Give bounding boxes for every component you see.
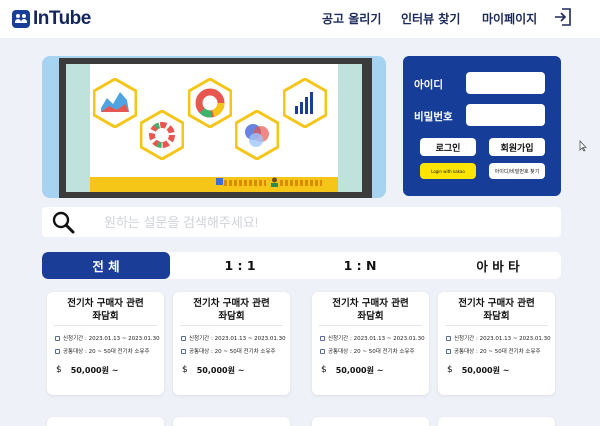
target-icon — [181, 348, 186, 354]
target-icon — [55, 348, 60, 354]
id-label: 아이디 — [414, 79, 443, 91]
survey-card-partial[interactable] — [438, 417, 555, 426]
survey-card[interactable]: 전기차 구매자 관련 좌담회 신청기간 : 2023.01.13 ~ 2023.0… — [173, 292, 290, 395]
survey-card[interactable]: 전기차 구매자 관련 좌담회 신청기간 : 2023.01.13 ~ 2023.0… — [312, 292, 429, 395]
top-navigation-bar: InTube 공고 올리기 인터뷰 찾기 마이페이지 — [0, 0, 600, 38]
card-target: 공통대상 : 20 ~ 50대 전기차 소유주 — [189, 349, 276, 355]
currency-icon: $ — [447, 365, 453, 375]
area-chart-hex-icon — [93, 78, 137, 128]
avatar-icon — [216, 178, 223, 185]
tab-all[interactable]: 전 체 — [42, 252, 170, 279]
category-tabs: 전 체 1 : 1 1 : N 아 바 타 — [42, 252, 561, 279]
survey-card-partial[interactable] — [47, 417, 164, 426]
card-period: 신청기간 : 2023.01.13 ~ 2023.01.30 — [189, 336, 286, 342]
card-title: 전기차 구매자 관련 좌담회 — [67, 298, 144, 322]
calendar-icon — [446, 335, 451, 341]
card-target: 공통대상 : 20 ~ 50대 전기차 소유주 — [63, 349, 150, 355]
hero-banner[interactable] — [42, 56, 386, 198]
target-icon — [446, 348, 451, 354]
people-icon — [12, 10, 30, 28]
tab-one-to-n[interactable]: 1 : N — [312, 252, 408, 279]
search-input[interactable] — [104, 211, 544, 233]
card-title: 전기차 구매자 관련 좌담회 — [332, 298, 409, 322]
card-price: 50,000원 ~ — [461, 366, 510, 375]
bar-chart-hex-icon — [283, 78, 327, 128]
survey-card-partial[interactable] — [312, 417, 429, 426]
card-period: 신청기간 : 2023.01.13 ~ 2023.01.30 — [454, 336, 551, 342]
card-price: 50,000원 ~ — [196, 366, 245, 375]
target-icon — [320, 348, 325, 354]
card-price: 50,000원 ~ — [335, 366, 384, 375]
nav-mypage[interactable]: 마이페이지 — [482, 10, 537, 27]
login-panel: 아이디 비밀번호 로그인 회원가입 Login with kakao 아이디/비… — [403, 56, 561, 196]
venn-diagram-hex-icon — [235, 110, 279, 160]
logout-icon[interactable] — [553, 7, 573, 27]
calendar-icon — [320, 335, 325, 341]
card-price: 50,000원 ~ — [70, 366, 119, 375]
logo[interactable]: InTube — [12, 8, 91, 30]
mouse-cursor-icon — [579, 140, 587, 152]
kakao-login-label: Login with kakao — [431, 168, 465, 174]
nav-post-ad[interactable]: 공고 올리기 — [322, 10, 381, 27]
login-button[interactable]: 로그인 — [420, 138, 476, 156]
calendar-icon — [55, 335, 60, 341]
currency-icon: $ — [56, 365, 62, 375]
pie-chart-hex-icon — [188, 78, 232, 128]
search-bar[interactable] — [42, 207, 561, 237]
logo-text: InTube — [33, 8, 91, 29]
person-icon — [271, 177, 278, 187]
password-label: 비밀번호 — [414, 111, 453, 123]
tab-avatar[interactable]: 아 바 타 — [438, 252, 558, 279]
card-title: 전기차 구매자 관련 좌담회 — [193, 298, 270, 322]
survey-card[interactable]: 전기차 구매자 관련 좌담회 신청기간 : 2023.01.13 ~ 2023.0… — [47, 292, 164, 395]
card-period: 신청기간 : 2023.01.13 ~ 2023.01.30 — [328, 336, 425, 342]
card-title: 전기차 구매자 관련 좌담회 — [458, 298, 535, 322]
currency-icon: $ — [182, 365, 188, 375]
search-icon[interactable] — [51, 210, 76, 235]
find-account-button[interactable]: 아이디/비밀번호 찾기 — [489, 163, 545, 179]
survey-card[interactable]: 전기차 구매자 관련 좌담회 신청기간 : 2023.01.13 ~ 2023.0… — [438, 292, 555, 395]
password-input[interactable] — [466, 104, 545, 126]
signup-button[interactable]: 회원가입 — [489, 138, 545, 156]
card-target: 공통대상 : 20 ~ 50대 전기차 소유주 — [454, 349, 541, 355]
survey-card-partial[interactable] — [173, 417, 290, 426]
card-period: 신청기간 : 2023.01.13 ~ 2023.01.30 — [63, 336, 160, 342]
currency-icon: $ — [321, 365, 327, 375]
id-input[interactable] — [466, 72, 545, 94]
nav-find-interview[interactable]: 인터뷰 찾기 — [401, 10, 460, 27]
calendar-icon — [181, 335, 186, 341]
donut-chart-hex-icon — [140, 110, 184, 160]
card-target: 공통대상 : 20 ~ 50대 전기차 소유주 — [328, 349, 415, 355]
tab-one-to-one[interactable]: 1 : 1 — [192, 252, 288, 279]
kakao-login-button[interactable]: Login with kakao — [420, 163, 476, 179]
